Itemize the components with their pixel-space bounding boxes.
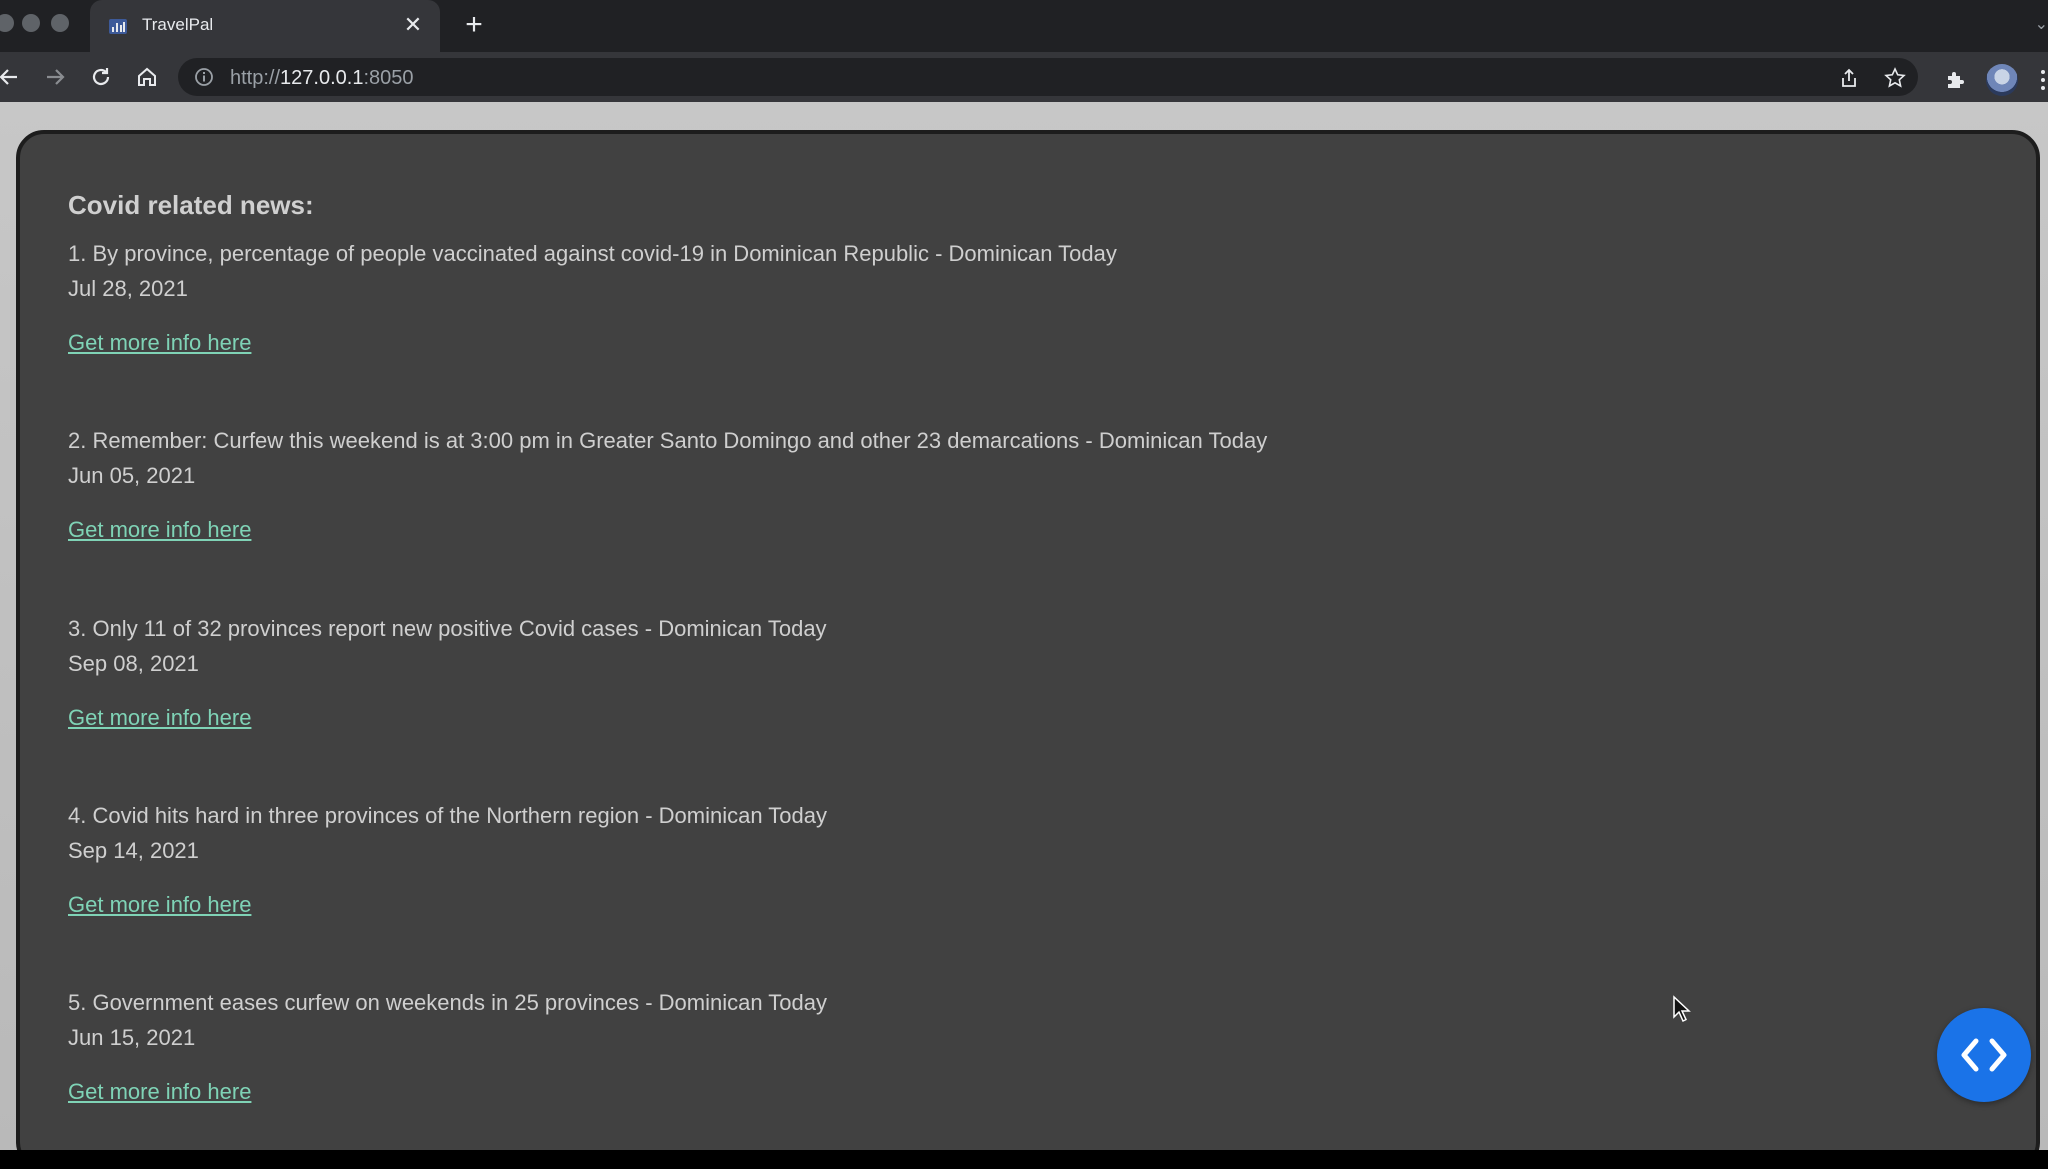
profile-avatar[interactable]	[1986, 64, 2018, 96]
news-item: 1. By province, percentage of people vac…	[68, 236, 1868, 356]
site-info-icon[interactable]	[194, 67, 214, 87]
news-item: 5. Government eases curfew on weekends i…	[68, 985, 1868, 1105]
news-item: 4. Covid hits hard in three provinces of…	[68, 798, 1868, 918]
url-text[interactable]: http://127.0.0.1:8050	[230, 67, 414, 90]
more-info-link[interactable]: Get more info here	[68, 705, 251, 731]
mouse-cursor-icon	[1673, 995, 1691, 1023]
news-card: Covid related news: 1. By province, perc…	[16, 130, 2040, 1150]
news-date: Jun 15, 2021	[68, 1025, 196, 1050]
url-scheme: http://	[230, 67, 281, 89]
news-date: Sep 14, 2021	[68, 838, 199, 863]
bookmark-star-icon[interactable]	[1884, 67, 1906, 89]
news-title: 5. Government eases curfew on weekends i…	[68, 990, 827, 1015]
bottom-edge	[0, 1150, 2048, 1169]
home-icon[interactable]	[132, 62, 162, 92]
new-tab-icon[interactable]: +	[458, 10, 490, 42]
news-title: 2. Remember: Curfew this weekend is at 3…	[68, 428, 1268, 453]
browser-tab-bar: TravelPal ✕ + ⌄	[0, 0, 2048, 52]
extensions-puzzle-icon[interactable]	[1944, 68, 1968, 92]
share-icon[interactable]	[1838, 67, 1860, 89]
window-minimize-dot[interactable]	[22, 14, 40, 32]
window-zoom-dot[interactable]	[51, 14, 69, 32]
browser-menu-icon[interactable]	[2038, 68, 2048, 92]
page-title: Covid related news:	[68, 190, 314, 220]
page-viewport: Covid related news: 1. By province, perc…	[0, 102, 2048, 1150]
news-item: 3. Only 11 of 32 provinces report new po…	[68, 611, 1868, 731]
news-date: Jul 28, 2021	[68, 276, 188, 301]
back-icon[interactable]	[0, 62, 24, 92]
tab-close-icon[interactable]: ✕	[398, 10, 428, 40]
tab-search-chevron-icon[interactable]: ⌄	[2035, 14, 2048, 34]
more-info-link[interactable]: Get more info here	[68, 892, 251, 918]
news-title: 4. Covid hits hard in three provinces of…	[68, 803, 827, 828]
url-port: :8050	[363, 67, 414, 89]
code-brackets-icon	[1961, 1038, 2007, 1072]
news-item: 2. Remember: Curfew this weekend is at 3…	[68, 423, 1868, 543]
browser-toolbar: http://127.0.0.1:8050	[0, 52, 2048, 102]
url-host: 127.0.0.1	[280, 67, 364, 89]
dash-debug-toggle-button[interactable]	[1937, 1008, 2031, 1102]
bar-chart-icon	[109, 19, 127, 34]
reload-icon[interactable]	[86, 62, 116, 92]
news-date: Sep 08, 2021	[68, 651, 199, 676]
more-info-link[interactable]: Get more info here	[68, 517, 251, 543]
news-title: 1. By province, percentage of people vac…	[68, 241, 1117, 266]
news-title: 3. Only 11 of 32 provinces report new po…	[68, 616, 827, 641]
window-close-dot[interactable]	[0, 14, 14, 32]
address-bar[interactable]: http://127.0.0.1:8050	[178, 58, 1918, 96]
news-date: Jun 05, 2021	[68, 463, 196, 488]
more-info-link[interactable]: Get more info here	[68, 330, 251, 356]
more-info-link[interactable]: Get more info here	[68, 1079, 251, 1105]
tab-title: TravelPal	[142, 15, 214, 34]
browser-tab[interactable]: TravelPal ✕	[90, 0, 440, 52]
forward-icon[interactable]	[40, 62, 70, 92]
